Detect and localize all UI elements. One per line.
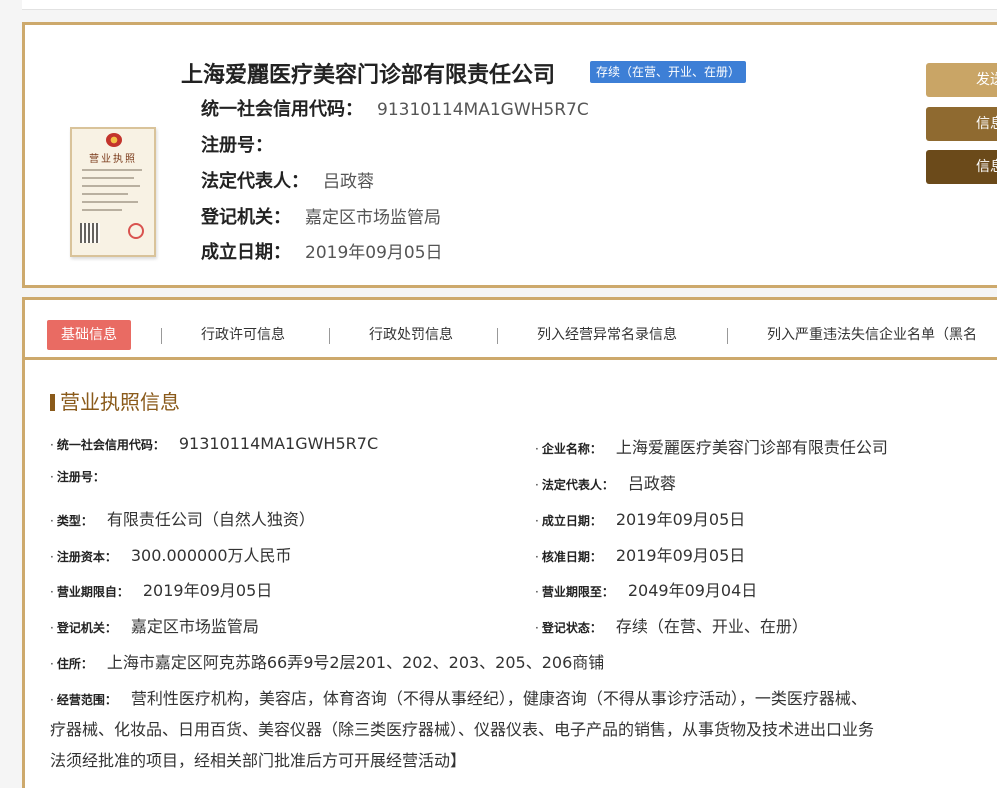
section-title: 营业执照信息: [50, 386, 180, 415]
field-scope: · 经营范围： 营利性医疗机构，美容店，体育咨询（不得从事经纪），健康咨询（不得从事…: [50, 689, 867, 708]
field-label: 成立日期：: [541, 514, 602, 528]
field-legal-rep: · 法定代表人： 吕政蓉: [535, 474, 676, 493]
field-reg-capital: · 注册资本： 300.000000万人民币: [50, 546, 292, 565]
reg-authority-row: 登记机关： 嘉定区市场监管局: [201, 203, 441, 229]
field-label: 注册号：: [56, 470, 105, 484]
details-card: 基础信息 行政许可信息 行政处罚信息 列入经营异常名录信息 列入严重违法失信企业…: [22, 297, 997, 788]
send-button[interactable]: 发送: [926, 63, 997, 97]
field-label: 统一社会信用代码：: [56, 438, 165, 452]
legal-rep-row: 法定代表人： 吕政蓉: [201, 167, 374, 193]
est-date-row: 成立日期： 2019年09月05日: [201, 238, 443, 264]
field-reg-no: · 注册号：: [50, 470, 105, 484]
info-button[interactable]: 信息: [926, 107, 997, 141]
scope-continuation: 疗器械、化妆品、日用百货、美容仪器（除三类医疗器械）、仪器仪表、电子产品的销售，…: [50, 720, 875, 739]
field-value: 吕政蓉: [627, 474, 676, 493]
field-approve-date: · 核准日期： 2019年09月05日: [535, 546, 746, 565]
field-value: 嘉定区市场监管局: [130, 617, 259, 636]
tab-divider: [497, 328, 498, 344]
license-title: 营业执照: [89, 154, 137, 165]
legal-rep-label: 法定代表人：: [201, 171, 309, 192]
est-date-value: 2019年09月05日: [305, 243, 443, 263]
field-reg-status: · 登记状态： 存续（在营、开业、在册）: [535, 617, 808, 636]
field-label: 登记机关：: [56, 621, 117, 635]
credit-code-label: 统一社会信用代码：: [201, 99, 363, 120]
license-text-line: [82, 193, 128, 195]
est-date-label: 成立日期：: [201, 242, 291, 263]
field-label: 经营范围：: [56, 693, 117, 707]
field-value: 91310114MA1GWH5R7C: [178, 434, 379, 453]
field-value: 2019年09月05日: [615, 546, 746, 565]
field-est-date: · 成立日期： 2019年09月05日: [535, 510, 746, 529]
company-header-card: 营业执照 上海爱麗医疗美容门诊部有限责任公司 存续（在营、开业、在册） 统一社会…: [22, 22, 997, 288]
official-seal-icon: [128, 223, 144, 239]
field-label: 营业期限自：: [56, 585, 129, 599]
license-text-line: [82, 209, 122, 211]
field-value: 300.000000万人民币: [130, 546, 292, 565]
field-label: 营业期限至：: [541, 585, 614, 599]
field-address: · 住所： 上海市嘉定区阿克苏路66弄9号2层201、202、203、205、206…: [50, 653, 605, 672]
license-text-line: [82, 177, 134, 179]
field-period-to: · 营业期限至： 2049年09月04日: [535, 581, 758, 600]
field-type: · 类型： 有限责任公司（自然人独资）: [50, 510, 315, 529]
field-label: 登记状态：: [541, 621, 602, 635]
credit-code-value: 91310114MA1GWH5R7C: [377, 100, 589, 120]
field-label: 企业名称：: [541, 442, 602, 456]
status-badge: 存续（在营、开业、在册）: [590, 61, 747, 83]
qr-code-icon: [80, 223, 100, 243]
tab-divider: [329, 328, 330, 344]
field-label: 类型：: [56, 514, 93, 528]
field-label: 注册资本：: [56, 550, 117, 564]
tab-bar: 基础信息 行政许可信息 行政处罚信息 列入经营异常名录信息 列入严重违法失信企业…: [25, 300, 997, 360]
field-label: 法定代表人：: [541, 478, 614, 492]
field-value: 存续（在营、开业、在册）: [615, 617, 808, 636]
field-company-name: · 企业名称： 上海爱麗医疗美容门诊部有限责任公司: [535, 438, 888, 457]
tab-divider: [161, 328, 162, 344]
field-label: 核准日期：: [541, 550, 602, 564]
field-credit-code: · 统一社会信用代码： 91310114MA1GWH5R7C: [50, 434, 379, 453]
tab-divider: [727, 328, 728, 344]
tab-serious-violation[interactable]: 列入严重违法失信企业名单（黑名: [767, 320, 977, 350]
field-value: 2019年09月05日: [615, 510, 746, 529]
national-emblem-icon: [106, 133, 122, 147]
field-value: 上海市嘉定区阿克苏路66弄9号2层201、202、203、205、206商铺: [106, 653, 605, 672]
reg-no-row: 注册号：: [201, 131, 287, 157]
reg-authority-label: 登记机关：: [201, 207, 291, 228]
top-strip: [22, 0, 997, 10]
legal-rep-value: 吕政蓉: [323, 172, 374, 192]
field-value: 2049年09月04日: [627, 581, 758, 600]
field-value: 上海爱麗医疗美容门诊部有限责任公司: [615, 438, 888, 457]
section-marker: [50, 394, 55, 411]
license-text-line: [82, 169, 142, 171]
field-label: 住所：: [56, 657, 93, 671]
tab-basic-info[interactable]: 基础信息: [47, 320, 131, 350]
business-license-thumbnail[interactable]: 营业执照: [70, 127, 156, 257]
section-title-text: 营业执照信息: [60, 390, 180, 414]
field-value: 2019年09月05日: [142, 581, 273, 600]
info-button-secondary[interactable]: 信息: [926, 150, 997, 184]
reg-no-label: 注册号：: [201, 135, 273, 156]
credit-code-row: 统一社会信用代码： 91310114MA1GWH5R7C: [201, 95, 589, 121]
field-reg-authority: · 登记机关： 嘉定区市场监管局: [50, 617, 259, 636]
tab-admin-license[interactable]: 行政许可信息: [201, 320, 285, 350]
license-text-line: [82, 201, 138, 203]
license-text-line: [82, 185, 140, 187]
field-period-from: · 营业期限自： 2019年09月05日: [50, 581, 273, 600]
tab-abnormal-operation[interactable]: 列入经营异常名录信息: [537, 320, 677, 350]
scope-continuation: 法须经批准的项目，经相关部门批准后方可开展经营活动】: [50, 751, 467, 770]
company-name: 上海爱麗医疗美容门诊部有限责任公司: [181, 63, 556, 88]
tab-admin-penalty[interactable]: 行政处罚信息: [369, 320, 453, 350]
field-value: 有限责任公司（自然人独资）: [106, 510, 315, 529]
reg-authority-value: 嘉定区市场监管局: [305, 208, 441, 228]
field-value: 营利性医疗机构，美容店，体育咨询（不得从事经纪），健康咨询（不得从事诊疗活动），…: [130, 689, 867, 708]
